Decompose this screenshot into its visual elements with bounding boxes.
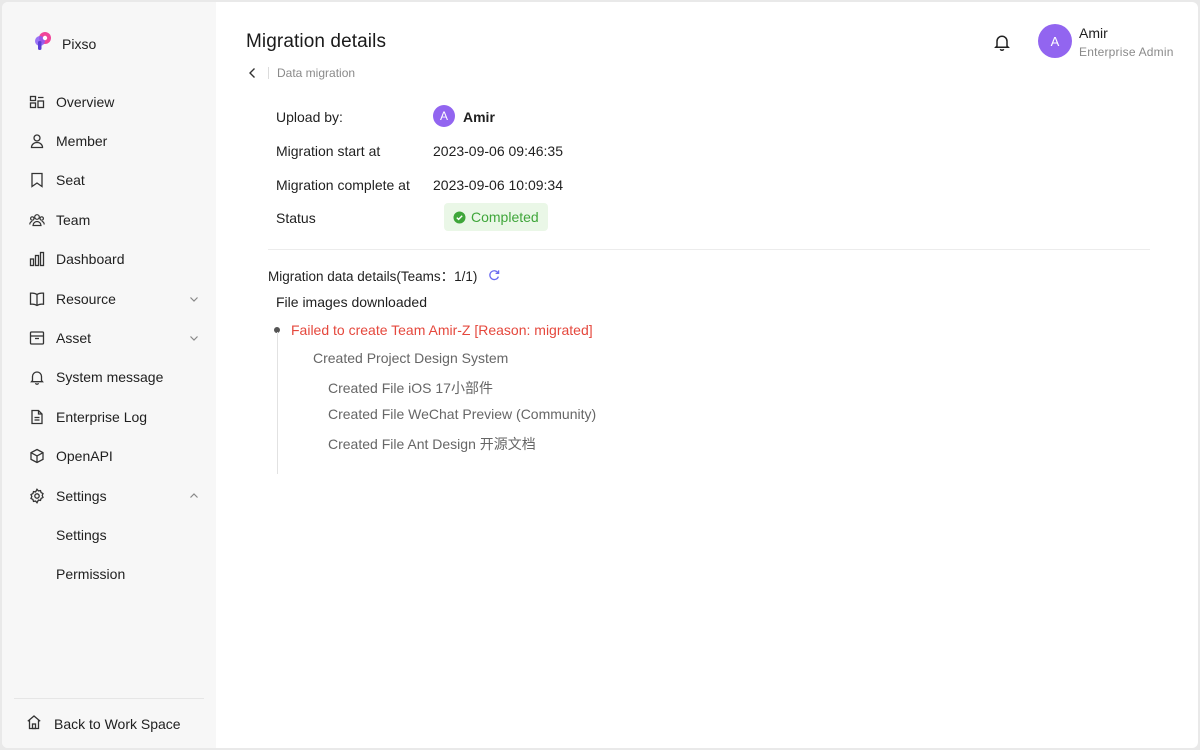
back-to-workspace-label: Back to Work Space xyxy=(54,715,181,732)
sidebar-nav: Overview Member Seat Team Dashboard Reso… xyxy=(2,82,216,594)
bell-icon xyxy=(29,369,45,386)
refresh-icon[interactable] xyxy=(487,268,501,282)
brand-name: Pixso xyxy=(62,35,97,52)
sidebar-item-system-message[interactable]: System message xyxy=(2,358,216,397)
chevron-down-icon[interactable] xyxy=(188,293,200,305)
sidebar-item-label: Asset xyxy=(56,330,92,347)
status-text: Completed xyxy=(471,209,539,225)
sidebar-item-label: Enterprise Log xyxy=(56,408,148,425)
sidebar-item-label: OpenAPI xyxy=(56,448,113,465)
page-title: Migration details xyxy=(246,31,387,52)
sidebar-item-asset[interactable]: Asset xyxy=(2,318,216,357)
sidebar-item-label: Dashboard xyxy=(56,251,125,268)
sidebar-item-resource[interactable]: Resource xyxy=(2,279,216,318)
check-circle-icon xyxy=(453,211,466,223)
sidebar-item-enterprise-log[interactable]: Enterprise Log xyxy=(2,397,216,436)
sidebar-subitem-permission[interactable]: Permission xyxy=(2,555,216,594)
uploader-name: Amir xyxy=(463,109,495,125)
sidebar-item-member[interactable]: Member xyxy=(2,121,216,160)
sidebar-item-label: Settings xyxy=(56,487,107,504)
upload-by-label: Upload by: xyxy=(276,109,343,125)
home-icon xyxy=(26,714,42,733)
user-role: Enterprise Admin xyxy=(1079,45,1174,59)
bookmark-icon xyxy=(29,172,45,189)
book-icon xyxy=(29,291,45,307)
archive-icon xyxy=(29,330,45,346)
breadcrumb-current: Data migration xyxy=(277,66,356,80)
start-value: 2023-09-06 09:46:35 xyxy=(433,143,563,159)
divider xyxy=(268,249,1150,250)
overview-icon xyxy=(29,94,45,110)
sidebar-item-openapi[interactable]: OpenAPI xyxy=(2,437,216,476)
back-to-workspace-button[interactable]: Back to Work Space xyxy=(26,714,181,733)
chevron-up-icon[interactable] xyxy=(188,490,200,502)
uploader-avatar: A xyxy=(433,105,455,127)
sidebar-subitem-label: Permission xyxy=(56,566,126,583)
breadcrumb-separator xyxy=(268,67,269,79)
sidebar-item-label: System message xyxy=(56,369,164,386)
pixso-logo-icon xyxy=(32,30,54,57)
migration-root-item: File images downloaded xyxy=(276,294,427,310)
bar-chart-icon xyxy=(29,251,45,267)
sidebar-item-dashboard[interactable]: Dashboard xyxy=(2,240,216,279)
status-badge: Completed xyxy=(444,203,548,231)
sidebar-item-label: Overview xyxy=(56,93,115,110)
migration-file-item: Created File Ant Design 开源文档 xyxy=(328,436,536,452)
sidebar-item-label: Resource xyxy=(56,290,116,307)
sidebar-item-label: Seat xyxy=(56,172,85,189)
migration-section-title: Migration data details(Teams：1/1) xyxy=(268,265,501,285)
sidebar-item-settings[interactable]: Settings xyxy=(2,476,216,515)
sidebar-item-seat[interactable]: Seat xyxy=(2,161,216,200)
brand[interactable]: Pixso xyxy=(32,30,96,57)
complete-value: 2023-09-06 10:09:34 xyxy=(433,177,563,193)
user-name: Amir xyxy=(1079,25,1108,41)
sidebar-item-label: Team xyxy=(56,211,91,228)
app-window: Pixso Overview Member Seat Team Dashboar… xyxy=(2,2,1198,748)
sidebar-subitem-settings[interactable]: Settings xyxy=(2,515,216,554)
sidebar-item-overview[interactable]: Overview xyxy=(2,82,216,121)
sidebar-subitem-label: Settings xyxy=(56,526,107,543)
sidebar: Pixso Overview Member Seat Team Dashboar… xyxy=(2,2,216,748)
notification-bell-icon[interactable] xyxy=(992,32,1012,52)
chevron-down-icon[interactable] xyxy=(188,332,200,344)
back-arrow-icon[interactable] xyxy=(246,66,260,80)
cube-icon xyxy=(29,448,45,464)
migration-file-item: Created File WeChat Preview (Community) xyxy=(328,406,597,422)
migration-file-item: Created File iOS 17小部件 xyxy=(328,380,493,396)
user-icon xyxy=(29,133,45,149)
breadcrumb: Data migration xyxy=(246,66,355,80)
file-icon xyxy=(29,409,45,425)
sidebar-item-team[interactable]: Team xyxy=(2,200,216,239)
start-label: Migration start at xyxy=(276,143,381,159)
status-label: Status xyxy=(276,210,316,226)
complete-label: Migration complete at xyxy=(276,177,410,193)
team-icon xyxy=(29,212,45,228)
main-content: Migration details Data migration A Amir … xyxy=(216,2,1198,748)
migration-section-label: Migration data details(Teams：1/1) xyxy=(268,269,478,284)
migration-project-item: Created Project Design System xyxy=(313,350,509,366)
sidebar-divider xyxy=(14,698,204,699)
tree-line xyxy=(277,332,278,474)
migration-error-item: Failed to create Team Amir-Z [Reason: mi… xyxy=(291,322,593,338)
gear-icon xyxy=(29,487,45,504)
avatar[interactable]: A xyxy=(1038,24,1072,58)
sidebar-item-label: Member xyxy=(56,133,108,150)
